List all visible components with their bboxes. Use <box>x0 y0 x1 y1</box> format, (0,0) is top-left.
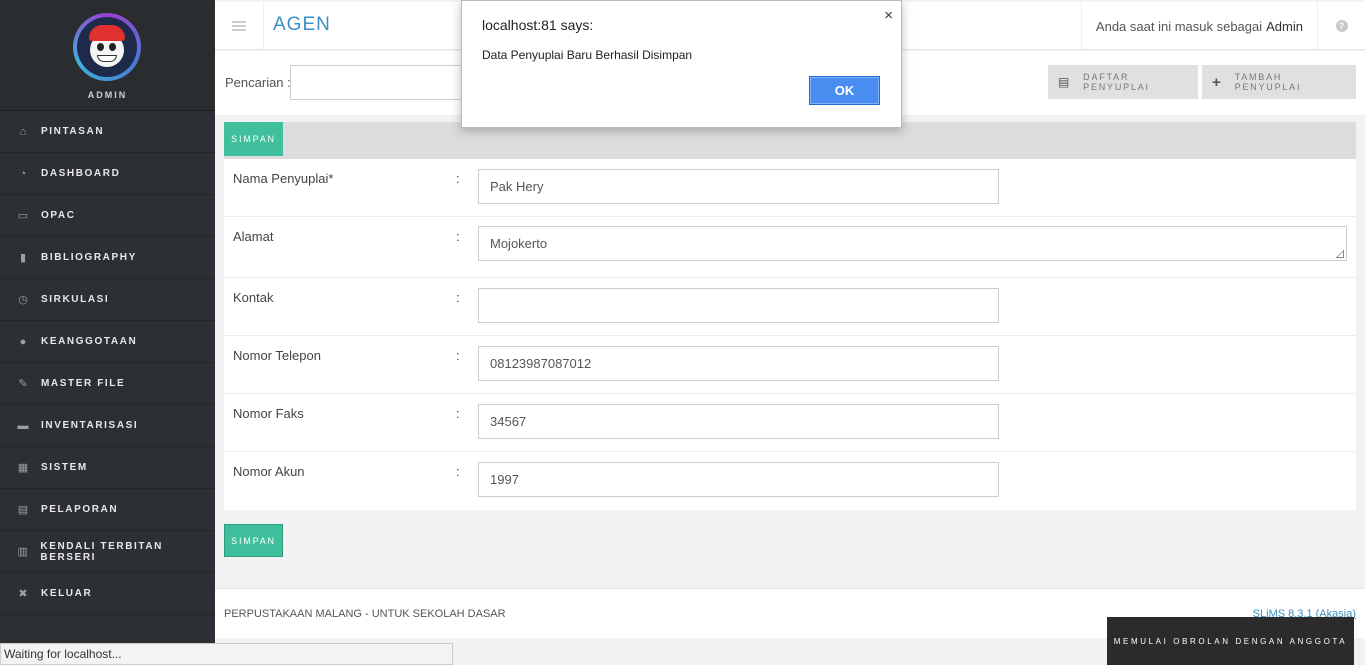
sidebar-item-label: SISTEM <box>41 462 88 473</box>
supplier-name-input[interactable]: Pak Hery <box>478 169 999 204</box>
phone-label: Nomor Telepon <box>233 348 321 363</box>
sidebar-item-dashboard[interactable]: ◔ DASHBOARD <box>0 153 215 195</box>
sidebar-item-label: DASHBOARD <box>41 168 121 179</box>
sidebar-item-bibliography[interactable]: ▮ BIBLIOGRAPHY <box>0 237 215 279</box>
hamburger-icon <box>232 25 246 27</box>
form-row-contact: Kontak : <box>224 278 1356 336</box>
close-icon: ✖ <box>18 588 28 600</box>
add-supplier-button[interactable]: + TAMBAH PENYUPLAI <box>1202 65 1356 99</box>
help-button[interactable]: ? <box>1317 2 1365 50</box>
sidebar-item-label: KENDALI TERBITAN BERSERI <box>40 540 164 563</box>
sidebar-item-keanggotaan[interactable]: ● KEANGGOTAAN <box>0 321 215 363</box>
supplier-form: Nama Penyuplai* : Pak Hery Alamat : Mojo… <box>224 159 1356 510</box>
clock-icon: ◷ <box>18 294 28 306</box>
add-supplier-label: TAMBAH PENYUPLAI <box>1234 72 1302 92</box>
sidebar-item-label: SIRKULASI <box>41 294 110 305</box>
sidebar: ADMIN ⌂ PINTASAN ◔ DASHBOARD ▭ OPAC ▮ BIBLIO… <box>0 0 215 665</box>
ok-button[interactable]: OK <box>809 76 880 105</box>
dialog-title: localhost:81 says: <box>482 17 594 33</box>
sidebar-item-label: OPAC <box>41 210 76 221</box>
colon: : <box>456 229 460 244</box>
colon: : <box>456 348 460 363</box>
bookmark-icon: ▮ <box>19 252 27 264</box>
briefcase-icon: ▬ <box>17 419 29 432</box>
fax-label: Nomor Faks <box>233 406 304 421</box>
footer-text: PERPUSTAKAAN MALANG - UNTUK SEKOLAH DASA… <box>224 608 506 620</box>
help-icon: ? <box>1335 20 1348 32</box>
user-name: Admin <box>1266 18 1303 34</box>
sidebar-item-label: KEANGGOTAAN <box>41 336 138 347</box>
list-icon: ▤ <box>1058 75 1072 89</box>
sidebar-item-keluar[interactable]: ✖ KELUAR <box>0 573 215 615</box>
sidebar-item-master-file[interactable]: ✎ MASTER FILE <box>0 363 215 405</box>
sidebar-item-sirkulasi[interactable]: ◷ SIRKULASI <box>0 279 215 321</box>
menu-toggle-button[interactable] <box>215 2 264 50</box>
supplier-list-label: DAFTAR PENYUPLAI <box>1083 72 1150 92</box>
form-row-phone: Nomor Telepon : 08123987087012 <box>224 336 1356 394</box>
phone-input[interactable]: 08123987087012 <box>478 346 999 381</box>
sidebar-item-pintasan[interactable]: ⌂ PINTASAN <box>0 111 215 153</box>
sidebar-item-label: INVENTARISASI <box>41 420 139 431</box>
form-row-fax: Nomor Faks : 34567 <box>224 394 1356 452</box>
dashboard-icon: ◔ <box>19 167 27 180</box>
user-role-label: ADMIN <box>87 90 128 100</box>
contact-label: Kontak <box>233 290 274 305</box>
sidebar-item-pelaporan[interactable]: ▤ PELAPORAN <box>0 489 215 531</box>
save-button-bottom[interactable]: SIMPAN <box>224 524 283 557</box>
sidebar-item-inventarisasi[interactable]: ▬ INVENTARISASI <box>0 405 215 447</box>
film-icon: ▥ <box>17 546 28 558</box>
sidebar-item-label: BIBLIOGRAPHY <box>41 252 137 263</box>
dialog-message: Data Penyuplai Baru Berhasil Disimpan <box>482 48 693 62</box>
sidebar-item-sistem[interactable]: ▦ SISTEM <box>0 447 215 489</box>
sidebar-header: ADMIN <box>0 0 215 111</box>
search-label: Pencarian : <box>225 75 291 90</box>
sidebar-item-kendali-terbitan-berseri[interactable]: ▥ KENDALI TERBITAN BERSERI <box>0 531 215 573</box>
chat-start-button[interactable]: MEMULAI OBROLAN DENGAN ANGGOTA <box>1107 617 1354 665</box>
sidebar-item-label: MASTER FILE <box>41 378 126 389</box>
form-row-supplier-name: Nama Penyuplai* : Pak Hery <box>224 159 1356 217</box>
avatar-image <box>77 17 137 77</box>
file-icon: ▤ <box>17 504 29 516</box>
form-row-account: Nomor Akun : 1997 <box>224 452 1356 510</box>
keyboard-icon: ▦ <box>17 462 29 474</box>
page-title: AGEN <box>273 14 331 35</box>
desktop-icon: ▭ <box>17 210 29 222</box>
plus-icon: + <box>1212 73 1223 91</box>
colon: : <box>456 406 460 421</box>
sidebar-item-label: PELAPORAN <box>41 504 119 515</box>
account-input[interactable]: 1997 <box>478 462 999 497</box>
sidebar-menu: ⌂ PINTASAN ◔ DASHBOARD ▭ OPAC ▮ BIBLIOGRAPHY… <box>0 111 215 615</box>
sidebar-item-opac[interactable]: ▭ OPAC <box>0 195 215 237</box>
close-icon[interactable]: × <box>884 7 893 24</box>
account-label: Nomor Akun <box>233 464 305 479</box>
user-icon: ● <box>19 335 27 348</box>
alert-dialog: localhost:81 says: × Data Penyuplai Baru… <box>461 0 902 128</box>
supplier-list-button[interactable]: ▤ DAFTAR PENYUPLAI <box>1048 65 1198 99</box>
sidebar-item-label: PINTASAN <box>41 126 105 137</box>
avatar[interactable] <box>73 13 141 81</box>
user-info-prefix: Anda saat ini masuk sebagai <box>1095 18 1263 34</box>
search-input[interactable] <box>290 65 490 100</box>
pencil-icon: ✎ <box>18 378 28 390</box>
colon: : <box>456 171 460 186</box>
home-icon: ⌂ <box>19 125 27 138</box>
sidebar-item-label: KELUAR <box>41 588 93 599</box>
colon: : <box>456 290 460 305</box>
browser-status-bar: Waiting for localhost... <box>0 643 453 665</box>
user-info: Anda saat ini masuk sebagai Admin <box>1080 2 1303 50</box>
save-button-top[interactable]: SIMPAN <box>224 122 283 156</box>
address-textarea[interactable]: Mojokerto <box>478 226 1347 261</box>
colon: : <box>456 464 460 479</box>
fax-input[interactable]: 34567 <box>478 404 999 439</box>
address-value: Mojokerto <box>490 236 548 251</box>
supplier-name-label: Nama Penyuplai* <box>233 171 334 186</box>
address-label: Alamat <box>233 229 274 244</box>
resize-handle-icon[interactable] <box>1336 250 1344 258</box>
contact-input[interactable] <box>478 288 999 323</box>
form-row-address: Alamat : Mojokerto <box>224 217 1356 278</box>
